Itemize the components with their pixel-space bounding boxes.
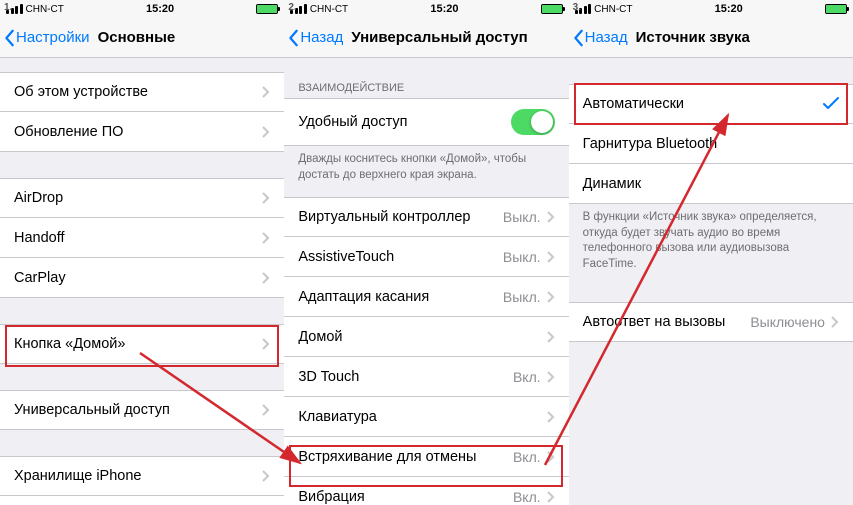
nav-bar: Назад Универсальный доступ [284, 18, 568, 58]
chevron-right-icon [262, 404, 270, 416]
cell-home-button[interactable]: Кнопка «Домой» [0, 324, 284, 364]
nav-title: Источник звука [636, 29, 750, 46]
cell-handoff[interactable]: Handoff [0, 218, 284, 258]
chevron-left-icon [573, 29, 585, 47]
checkmark-icon [823, 97, 839, 111]
carrier-label: CHN-CT [26, 4, 64, 15]
clock: 15:20 [430, 3, 458, 15]
cell-auto-answer[interactable]: Автоответ на вызовы Выключено [569, 302, 853, 342]
step-number: 3. [573, 2, 581, 13]
screen-general: 1. CHN-CT 15:20 Настройки Основные Об эт… [0, 0, 284, 505]
cell-airdrop[interactable]: AirDrop [0, 178, 284, 218]
cell-3d-touch[interactable]: 3D Touch Вкл. [284, 357, 568, 397]
chevron-right-icon [547, 291, 555, 303]
chevron-right-icon [262, 126, 270, 138]
cell-shake-undo[interactable]: Встряхивание для отмены Вкл. [284, 437, 568, 477]
back-label: Назад [585, 29, 628, 46]
chevron-right-icon [547, 491, 555, 503]
nav-title: Универсальный доступ [351, 29, 527, 46]
screen-audio-source: 3. CHN-CT 15:20 Назад Источник звука Авт… [569, 0, 853, 505]
back-label: Настройки [16, 29, 90, 46]
screen-accessibility: 2. CHN-CT 15:20 Назад Универсальный дост… [284, 0, 568, 505]
cell-carplay[interactable]: CarPlay [0, 258, 284, 298]
cell-home[interactable]: Домой [284, 317, 568, 357]
back-label: Назад [300, 29, 343, 46]
reachability-footer: Дважды коснитесь кнопки «Домой», чтобы д… [284, 146, 568, 187]
chevron-left-icon [4, 29, 16, 47]
chevron-right-icon [547, 411, 555, 423]
cell-vibration[interactable]: Вибрация Вкл. [284, 477, 568, 505]
status-bar: CHN-CT 15:20 [569, 0, 853, 18]
cell-bluetooth-headset[interactable]: Гарнитура Bluetooth [569, 124, 853, 164]
status-bar: CHN-CT 15:20 [0, 0, 284, 18]
chevron-right-icon [262, 192, 270, 204]
cell-speaker[interactable]: Динамик [569, 164, 853, 204]
carrier-label: CHN-CT [310, 4, 348, 15]
chevron-right-icon [262, 232, 270, 244]
audio-source-footer: В функции «Источник звука» определяется,… [569, 204, 853, 276]
battery-icon [541, 4, 563, 14]
toggle-reachability[interactable] [511, 109, 555, 135]
cell-about[interactable]: Об этом устройстве [0, 72, 284, 112]
back-button[interactable]: Настройки [0, 29, 90, 47]
step-number: 2. [288, 2, 296, 13]
cell-keyboard[interactable]: Клавиатура [284, 397, 568, 437]
nav-title: Основные [98, 29, 176, 46]
chevron-right-icon [547, 331, 555, 343]
back-button[interactable]: Назад [569, 29, 628, 47]
carrier-label: CHN-CT [594, 4, 632, 15]
nav-bar: Назад Источник звука [569, 18, 853, 58]
cell-software-update[interactable]: Обновление ПО [0, 112, 284, 152]
chevron-right-icon [547, 251, 555, 263]
chevron-right-icon [547, 371, 555, 383]
chevron-right-icon [831, 316, 839, 328]
group-header-interaction: ВЗАИМОДЕЙСТВИЕ [284, 76, 568, 98]
cell-reachability[interactable]: Удобный доступ [284, 98, 568, 146]
battery-icon [825, 4, 847, 14]
chevron-right-icon [262, 470, 270, 482]
chevron-right-icon [262, 272, 270, 284]
chevron-right-icon [547, 451, 555, 463]
chevron-right-icon [547, 211, 555, 223]
clock: 15:20 [715, 3, 743, 15]
cell-switch-control[interactable]: Виртуальный контроллер Выкл. [284, 197, 568, 237]
battery-icon [256, 4, 278, 14]
cell-iphone-storage[interactable]: Хранилище iPhone [0, 456, 284, 496]
chevron-right-icon [262, 338, 270, 350]
cell-accessibility[interactable]: Универсальный доступ [0, 390, 284, 430]
cell-touch-accommodations[interactable]: Адаптация касания Выкл. [284, 277, 568, 317]
chevron-left-icon [288, 29, 300, 47]
status-bar: CHN-CT 15:20 [284, 0, 568, 18]
step-number: 1. [4, 2, 12, 13]
chevron-right-icon [262, 86, 270, 98]
clock: 15:20 [146, 3, 174, 15]
cell-assistive-touch[interactable]: AssistiveTouch Выкл. [284, 237, 568, 277]
back-button[interactable]: Назад [284, 29, 343, 47]
cell-automatic[interactable]: Автоматически [569, 84, 853, 124]
nav-bar: Настройки Основные [0, 18, 284, 58]
cell-background-refresh[interactable]: Обновление контента [0, 496, 284, 505]
